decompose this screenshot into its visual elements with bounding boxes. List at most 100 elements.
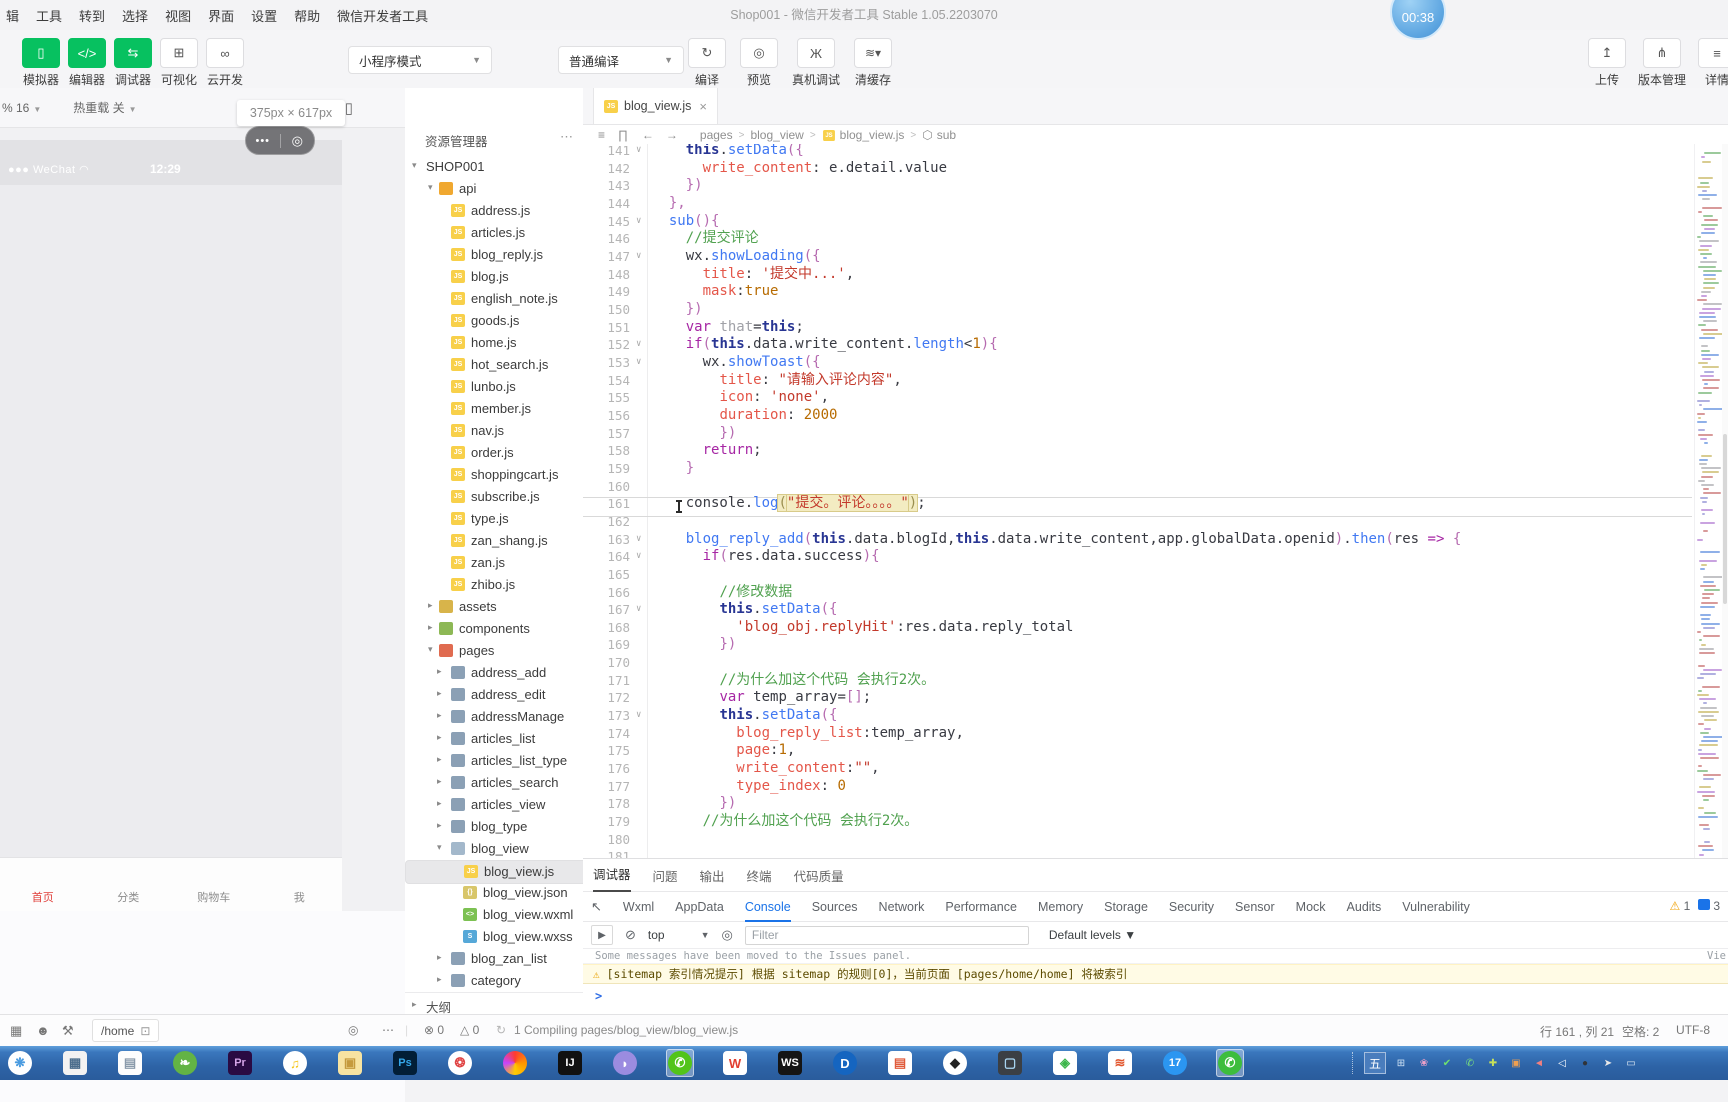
menu-item-帮助[interactable]: 帮助	[294, 6, 320, 25]
code-line-156[interactable]: 156 duration: 2000	[583, 407, 1692, 425]
chevron-right-icon[interactable]: ▸	[437, 974, 442, 985]
close-icon[interactable]: ×	[699, 99, 707, 114]
console-prompt[interactable]: >	[595, 989, 602, 1003]
code-line-167[interactable]: 167∨ this.setData({	[583, 601, 1692, 619]
action-真机调试[interactable]: Ж真机调试	[792, 38, 840, 88]
minimap[interactable]	[1694, 144, 1723, 858]
phone-tab-我[interactable]: 我	[257, 889, 343, 912]
devtools-tab-AppData[interactable]: AppData	[675, 900, 724, 914]
tree-item-subscribe.js[interactable]: JSsubscribe.js	[405, 486, 583, 508]
code-line-147[interactable]: 147∨ wx.showLoading({	[583, 248, 1692, 266]
taskbar-icon-color-ball[interactable]: ❂	[446, 1049, 474, 1077]
chevron-right-icon[interactable]: ▸	[437, 952, 442, 963]
tree-item-order.js[interactable]: JSorder.js	[405, 442, 583, 464]
devtools-tab-Storage[interactable]: Storage	[1104, 900, 1148, 914]
issue-counters[interactable]: ⚠ 1 3	[1670, 899, 1720, 913]
tree-item-shoppingcart.js[interactable]: JSshoppingcart.js	[405, 464, 583, 486]
breadcrumb-item-pages[interactable]: pages	[700, 128, 733, 142]
tree-item-blog_reply.js[interactable]: JSblog_reply.js	[405, 244, 583, 266]
tree-item-address_add[interactable]: ▸address_add	[405, 662, 583, 684]
fold-chevron-icon[interactable]: ∨	[636, 336, 641, 354]
tree-item-blog_view.json[interactable]: {}blog_view.json	[405, 882, 583, 904]
code-line-157[interactable]: 157 })	[583, 425, 1692, 443]
phone-tab-购物车[interactable]: 购物车	[171, 889, 257, 912]
tree-item-articles_list_type[interactable]: ▸articles_list_type	[405, 750, 583, 772]
tray-shield-icon[interactable]: ✔	[1439, 1055, 1455, 1071]
code-line-177[interactable]: 177 type_index: 0	[583, 778, 1692, 796]
chevron-right-icon[interactable]: ▸	[437, 820, 442, 831]
tree-item-articles.js[interactable]: JSarticles.js	[405, 222, 583, 244]
tree-item-components[interactable]: ▸components	[405, 618, 583, 640]
tree-item-address_edit[interactable]: ▸address_edit	[405, 684, 583, 706]
code-line-153[interactable]: 153∨ wx.showToast({	[583, 354, 1692, 372]
devtools-tab-Audits[interactable]: Audits	[1347, 900, 1382, 914]
tree-item-SHOP001[interactable]: ▾SHOP001	[405, 156, 583, 178]
toolbar-toggle-可视化[interactable]: ⊞可视化	[160, 38, 198, 88]
code-line-145[interactable]: 145∨ sub(){	[583, 213, 1692, 231]
keyboard-icon[interactable]: ▦	[10, 1023, 22, 1039]
tree-item-zan_shang.js[interactable]: JSzan_shang.js	[405, 530, 583, 552]
taskbar-icon-file-explorer[interactable]: ▣	[336, 1049, 364, 1077]
taskbar-icon-qq-music[interactable]: ♫	[281, 1049, 309, 1077]
tree-item-goods.js[interactable]: JSgoods.js	[405, 310, 583, 332]
menu-item-选择[interactable]: 选择	[122, 6, 148, 25]
code-line-163[interactable]: 163∨ blog_reply_add(this.data.blogId,thi…	[583, 531, 1692, 549]
code-line-159[interactable]: 159 }	[583, 460, 1692, 478]
phone-screen[interactable]: ●●● WeChat ◠ 12:29 首页分类购物车我	[0, 140, 342, 911]
bookmark-icon[interactable]: ∏	[618, 128, 628, 142]
taskbar-icon-photoshop[interactable]: Ps	[391, 1049, 419, 1077]
code-line-150[interactable]: 150 })	[583, 301, 1692, 319]
fold-chevron-icon[interactable]: ∨	[636, 531, 641, 549]
fold-chevron-icon[interactable]: ∨	[636, 707, 641, 725]
error-counter[interactable]: ⊗ 0	[424, 1023, 444, 1037]
code-line-158[interactable]: 158 return;	[583, 442, 1692, 460]
action-上传[interactable]: ↥上传	[1588, 38, 1626, 88]
tree-item-api[interactable]: ▾api	[405, 178, 583, 200]
user-icon[interactable]: ☻	[36, 1023, 50, 1038]
code-line-143[interactable]: 143 })	[583, 177, 1692, 195]
context-select[interactable]: top ▼	[648, 928, 710, 942]
taskbar-icon-calculator[interactable]: ▦	[61, 1049, 89, 1077]
devtools-tab-Security[interactable]: Security	[1169, 900, 1214, 914]
tree-item-zhibo.js[interactable]: JSzhibo.js	[405, 574, 583, 596]
taskbar-icon-webstorm[interactable]: WS	[776, 1049, 804, 1077]
chevron-right-icon[interactable]: ▸	[437, 754, 442, 765]
chevron-down-icon[interactable]: ▾	[437, 842, 442, 853]
code-line-179[interactable]: 179 //为什么加这个代码 会执行2次。	[583, 813, 1692, 831]
devtools-tab-Mock[interactable]: Mock	[1296, 900, 1326, 914]
warning-counter[interactable]: △ 0	[460, 1023, 479, 1037]
tray-dot-icon[interactable]: ●	[1577, 1055, 1593, 1071]
compile-mode-select[interactable]: 普通编译 ▼	[558, 46, 684, 74]
action-预览[interactable]: ◎预览	[740, 38, 778, 88]
tree-item-address.js[interactable]: JSaddress.js	[405, 200, 583, 222]
tree-item-type.js[interactable]: JStype.js	[405, 508, 583, 530]
code-line-175[interactable]: 175 page:1,	[583, 742, 1692, 760]
taskbar-icon-mysql-dolphin[interactable]: ◗	[611, 1049, 639, 1077]
view-link[interactable]: Vie	[1707, 949, 1726, 964]
console-sidebar-toggle-icon[interactable]: ▶	[591, 925, 613, 945]
code-line-160[interactable]: 160	[583, 478, 1692, 496]
current-page-path[interactable]: /home ⊡	[92, 1019, 159, 1042]
debugger-tab-代码质量[interactable]: 代码质量	[794, 866, 844, 885]
taskbar-icon-remote-desktop[interactable]: ▢	[996, 1049, 1024, 1077]
menu-item-辑[interactable]: 辑	[6, 6, 19, 25]
breadcrumb-item-sub[interactable]: ⬡sub	[922, 128, 956, 142]
tray-speaker-icon[interactable]: ◁	[1554, 1055, 1570, 1071]
chevron-right-icon[interactable]: ▸	[428, 600, 433, 611]
devtools-tab-Sensor[interactable]: Sensor	[1235, 900, 1275, 914]
fold-chevron-icon[interactable]: ∨	[636, 213, 641, 231]
live-expression-eye-icon[interactable]: ◎	[722, 927, 733, 943]
action-清缓存[interactable]: ≋ ▾清缓存	[854, 38, 892, 88]
taskbar-icon-layers-red[interactable]: ≋	[1106, 1049, 1134, 1077]
taskbar-icon-intellij-idea[interactable]: IJ	[556, 1049, 584, 1077]
more-menu-icon[interactable]: •••	[246, 135, 280, 147]
code-line-152[interactable]: 152∨ if(this.data.write_content.length<1…	[583, 336, 1692, 354]
scrollbar-thumb[interactable]	[1723, 434, 1727, 604]
encoding-setting[interactable]: UTF-8	[1676, 1023, 1710, 1037]
action-编译[interactable]: ↻编译	[688, 38, 726, 88]
devtools-tab-Vulnerability[interactable]: Vulnerability	[1402, 900, 1470, 914]
code-line-141[interactable]: 141∨ this.setData({	[583, 144, 1692, 160]
list-icon[interactable]: ≡	[598, 128, 605, 142]
copy-icon[interactable]: ⊡	[140, 1024, 150, 1038]
tree-item-lunbo.js[interactable]: JSlunbo.js	[405, 376, 583, 398]
